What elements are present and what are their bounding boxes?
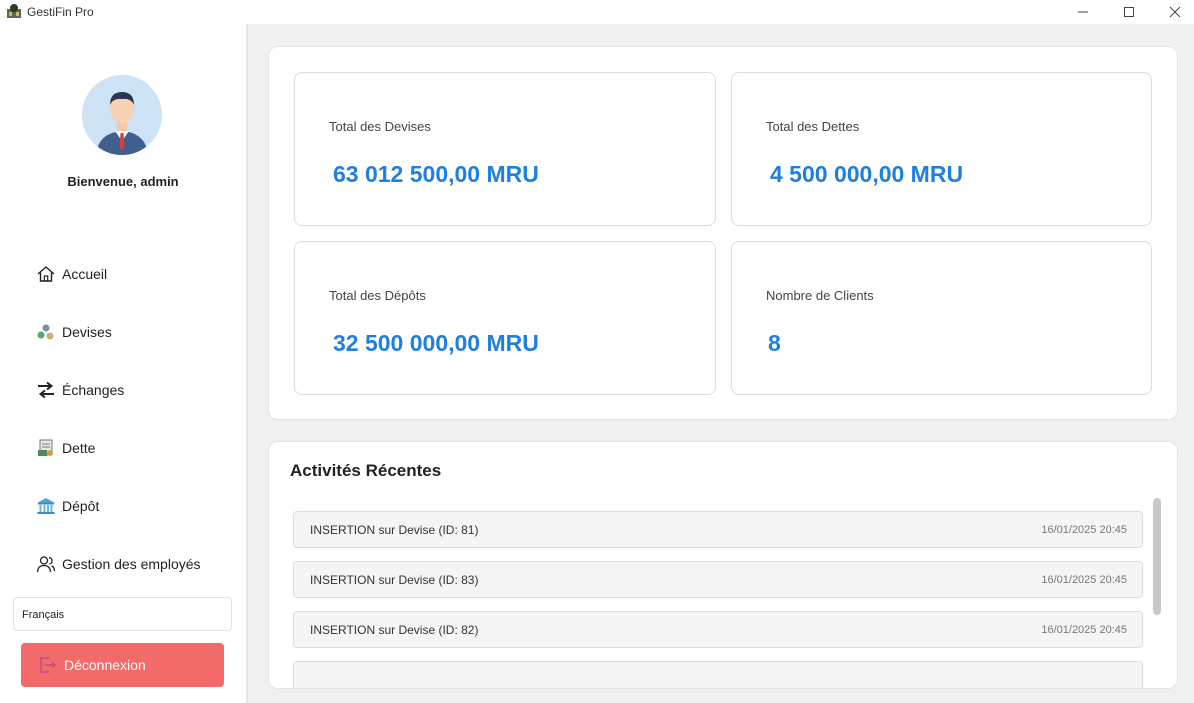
home-icon xyxy=(36,264,56,284)
stat-label: Total des Devises xyxy=(329,119,431,134)
activity-row[interactable]: INSERTION sur Devise (ID: 81) 16/01/2025… xyxy=(293,511,1143,548)
nav-item-gestion-employes[interactable]: Gestion des employés xyxy=(36,552,201,576)
language-select[interactable]: Français xyxy=(13,597,232,631)
stat-value: 4 500 000,00 MRU xyxy=(770,161,964,187)
activity-timestamp: 16/01/2025 20:45 xyxy=(1041,524,1127,536)
sidebar: Bienvenue, admin Accueil Devises Échange… xyxy=(0,24,246,703)
recent-activities-panel: Activités Récentes INSERTION sur Devise … xyxy=(268,441,1178,689)
app-logo-icon xyxy=(6,3,22,19)
stat-value: 8 xyxy=(768,330,781,356)
minimize-icon xyxy=(1078,11,1088,13)
nav-item-devises[interactable]: Devises xyxy=(36,320,112,344)
title-bar: GestiFin Pro xyxy=(0,0,1194,24)
app-title: GestiFin Pro xyxy=(27,5,94,19)
activity-row[interactable]: INSERTION sur Devise (ID: 82) 16/01/2025… xyxy=(293,611,1143,648)
activity-row[interactable]: INSERTION sur Devise (ID: 83) 16/01/2025… xyxy=(293,561,1143,598)
activity-text: INSERTION sur Devise (ID: 83) xyxy=(310,573,479,587)
stat-label: Total des Dettes xyxy=(766,119,860,134)
main-content: Total des Devises 63 012 500,00 MRU Tota… xyxy=(248,24,1194,703)
nav-label-devises: Devises xyxy=(62,324,112,340)
stats-panel: Total des Devises 63 012 500,00 MRU Tota… xyxy=(268,46,1178,420)
currency-icon xyxy=(36,322,56,342)
users-icon xyxy=(36,554,56,574)
close-icon xyxy=(1169,6,1181,18)
bank-icon xyxy=(36,496,56,516)
activity-row[interactable] xyxy=(293,661,1143,688)
section-title: Activités Récentes xyxy=(290,461,442,480)
stat-card-depots: Total des Dépôts 32 500 000,00 MRU xyxy=(294,241,716,395)
nav-label-dette: Dette xyxy=(62,440,96,456)
logout-icon xyxy=(38,655,58,675)
nav-item-dette[interactable]: Dette xyxy=(36,436,95,460)
activity-timestamp: 16/01/2025 20:45 xyxy=(1041,624,1127,636)
nav-label-gestion-employes: Gestion des employés xyxy=(62,556,201,572)
nav-item-echanges[interactable]: Échanges xyxy=(36,378,124,402)
nav-label-depot: Dépôt xyxy=(62,498,100,514)
activity-timestamp: 16/01/2025 20:45 xyxy=(1041,574,1127,586)
nav-item-depot[interactable]: Dépôt xyxy=(36,494,99,518)
close-button[interactable] xyxy=(1152,0,1194,24)
welcome-text: Bienvenue, admin xyxy=(67,174,179,189)
logout-button[interactable]: Déconnexion xyxy=(21,643,224,687)
nav-label-echanges: Échanges xyxy=(62,382,125,398)
nav-item-accueil[interactable]: Accueil xyxy=(36,262,107,286)
exchange-arrows-icon xyxy=(36,380,56,400)
minimize-button[interactable] xyxy=(1060,0,1106,24)
scrollbar-thumb[interactable] xyxy=(1153,498,1161,615)
nav-label-accueil: Accueil xyxy=(62,266,108,282)
stat-label: Nombre de Clients xyxy=(766,288,874,303)
stat-value: 63 012 500,00 MRU xyxy=(333,161,539,187)
maximize-icon xyxy=(1124,7,1134,17)
avatar xyxy=(82,75,162,155)
stat-value: 32 500 000,00 MRU xyxy=(333,330,539,356)
stat-card-clients: Nombre de Clients 8 xyxy=(731,241,1152,395)
activity-text: INSERTION sur Devise (ID: 82) xyxy=(310,623,479,637)
activity-text: INSERTION sur Devise (ID: 81) xyxy=(310,523,479,537)
stat-card-devises: Total des Devises 63 012 500,00 MRU xyxy=(294,72,716,226)
maximize-button[interactable] xyxy=(1106,0,1152,24)
logout-label: Déconnexion xyxy=(64,657,146,673)
stat-label: Total des Dépôts xyxy=(329,288,426,303)
stat-card-dettes: Total des Dettes 4 500 000,00 MRU xyxy=(731,72,1152,226)
debt-document-icon xyxy=(36,438,56,458)
